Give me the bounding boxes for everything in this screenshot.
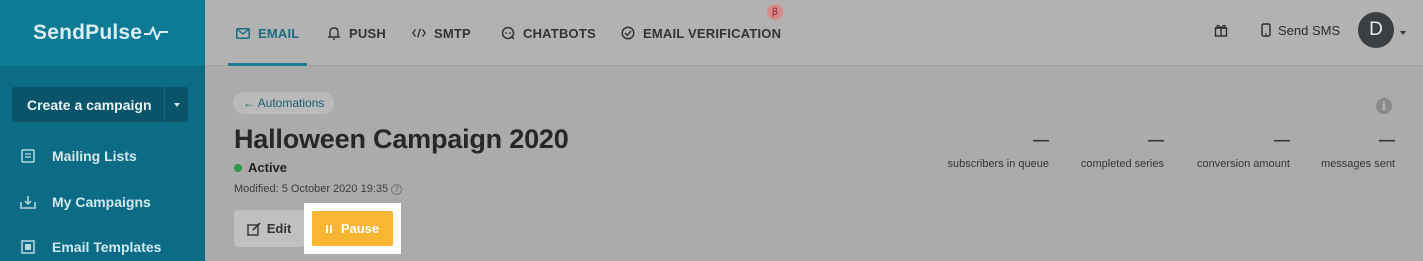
edit-button[interactable]: Edit bbox=[234, 210, 304, 247]
top-navigation: EMAIL PUSH SMTP CHATBOTS EMAIL VERIFICAT… bbox=[205, 0, 1423, 66]
sidebar-item-email-templates[interactable]: Email Templates bbox=[20, 239, 161, 255]
modified-label: Modified: 5 October 2020 19:35 bbox=[234, 183, 389, 195]
check-circle-icon bbox=[621, 26, 635, 40]
stat-label: messages sent bbox=[1321, 158, 1395, 170]
beta-badge: β bbox=[767, 4, 783, 20]
templates-icon bbox=[20, 239, 36, 255]
stat-value: — bbox=[1148, 132, 1164, 149]
modified-date: Modified: 5 October 2020 19:35 ? bbox=[234, 183, 403, 195]
status-label: Active bbox=[248, 160, 288, 175]
avatar[interactable]: D bbox=[1358, 12, 1394, 48]
send-sms-label: Send SMS bbox=[1278, 22, 1341, 38]
brand-name: SendPulse bbox=[33, 21, 143, 44]
tab-label: PUSH bbox=[349, 25, 386, 41]
edit-label: Edit bbox=[266, 221, 292, 236]
pause-button[interactable]: Pause bbox=[312, 211, 393, 246]
status-badge: Active bbox=[234, 160, 287, 175]
chat-icon bbox=[501, 26, 515, 40]
mailing-lists-icon bbox=[20, 148, 36, 164]
create-campaign-dropdown-toggle[interactable] bbox=[164, 87, 188, 122]
stat-value: — bbox=[1033, 132, 1049, 149]
send-sms-link[interactable]: Send SMS bbox=[1260, 0, 1340, 60]
create-campaign-button[interactable]: Create a campaign bbox=[12, 87, 164, 122]
stat-conversion-amount: — conversion amount bbox=[1197, 132, 1290, 170]
sidebar-item-my-campaigns[interactable]: My Campaigns bbox=[20, 194, 151, 210]
sidebar: SendPulse Create a campaign Mailing List… bbox=[0, 0, 205, 261]
sidebar-item-label: Email Templates bbox=[52, 239, 162, 255]
info-icon[interactable]: i bbox=[1376, 98, 1392, 114]
stat-label: subscribers in queue bbox=[947, 158, 1049, 170]
tab-smtp[interactable]: SMTP bbox=[412, 0, 471, 66]
help-icon[interactable]: ? bbox=[391, 183, 403, 195]
pause-icon bbox=[325, 224, 332, 233]
gift-icon[interactable] bbox=[1214, 23, 1228, 37]
chevron-down-icon[interactable] bbox=[1400, 31, 1406, 35]
sidebar-item-label: My Campaigns bbox=[52, 194, 151, 210]
stat-messages-sent: — messages sent bbox=[1321, 132, 1395, 170]
stat-value: — bbox=[1379, 132, 1395, 149]
tab-label: SMTP bbox=[434, 25, 471, 41]
campaigns-icon bbox=[20, 194, 36, 210]
phone-icon bbox=[1261, 23, 1271, 37]
create-campaign-group: Create a campaign bbox=[12, 87, 188, 122]
brand-logo[interactable]: SendPulse bbox=[0, 0, 205, 66]
tab-email[interactable]: EMAIL bbox=[227, 0, 308, 66]
stat-label: completed series bbox=[1080, 158, 1164, 170]
back-to-automations-link[interactable]: ← Automations bbox=[233, 92, 335, 114]
status-dot-icon bbox=[234, 163, 242, 172]
tab-label: EMAIL bbox=[258, 25, 300, 41]
tab-push[interactable]: PUSH bbox=[327, 0, 386, 66]
tab-chatbots[interactable]: CHATBOTS bbox=[501, 0, 596, 66]
stat-completed-series: — completed series bbox=[1081, 132, 1164, 170]
bell-icon bbox=[327, 26, 341, 40]
pulse-icon bbox=[144, 26, 169, 40]
page-title: Halloween Campaign 2020 bbox=[234, 124, 569, 154]
stat-label: conversion amount bbox=[1197, 158, 1290, 170]
code-icon bbox=[412, 26, 426, 40]
sidebar-item-label: Mailing Lists bbox=[52, 148, 137, 164]
stat-value: — bbox=[1274, 132, 1290, 149]
stat-subscribers-in-queue: — subscribers in queue bbox=[947, 132, 1049, 170]
tab-label: EMAIL VERIFICATION bbox=[643, 25, 782, 41]
pause-label: Pause bbox=[340, 221, 380, 236]
tab-email-verification[interactable]: EMAIL VERIFICATION bbox=[621, 0, 781, 66]
sidebar-item-mailing-lists[interactable]: Mailing Lists bbox=[20, 148, 137, 164]
edit-icon bbox=[247, 221, 261, 236]
tab-label: CHATBOTS bbox=[523, 25, 596, 41]
email-icon bbox=[236, 26, 250, 40]
